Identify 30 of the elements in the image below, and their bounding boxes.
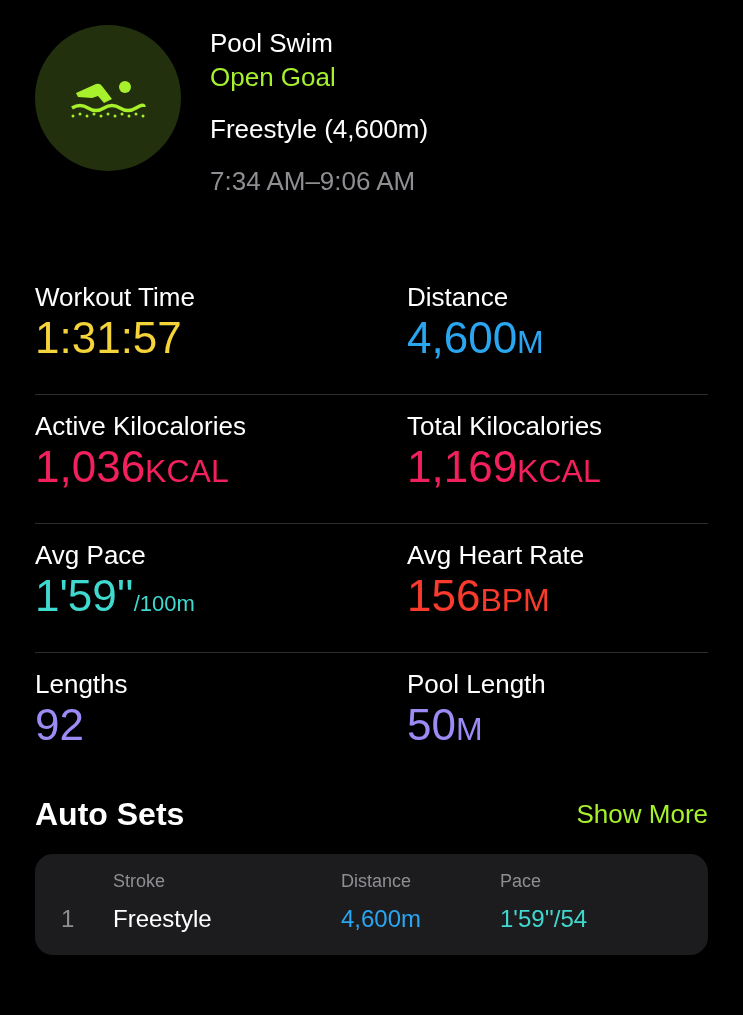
- metric-value: 1:31:57: [35, 312, 183, 364]
- column-header: Distance: [341, 870, 413, 893]
- metric-value: 156BPM: [407, 570, 551, 622]
- metric-label: Active Kilocalories: [35, 411, 247, 441]
- column-header: Pace: [500, 870, 543, 893]
- show-more-link[interactable]: Show More: [576, 794, 708, 834]
- time-range: 7:34 AM–9:06 AM: [210, 165, 417, 198]
- swimmer-icon: [70, 78, 146, 118]
- stroke-cell-text: Freestyle: [113, 904, 213, 934]
- section-title: Auto Sets: [35, 795, 185, 834]
- metric-value: 4,600M: [407, 312, 545, 364]
- metric-value: 1,169KCAL: [407, 441, 602, 493]
- metric-value: 1'59''/100m: [35, 570, 196, 622]
- metric-label: Lengths: [35, 669, 129, 699]
- metric-value: 1,036KCAL: [35, 441, 230, 493]
- metric-label: Avg Heart Rate: [407, 540, 586, 570]
- metric-value: 92: [35, 699, 85, 751]
- metric-label: Total Kilocalories: [407, 411, 604, 441]
- set-number: 1: [61, 904, 76, 934]
- stroke-summary: Freestyle (4,600m): [210, 113, 429, 146]
- metric-label: Pool Length: [407, 669, 547, 699]
- metric-label: Distance: [407, 282, 510, 312]
- distance-cell-text: 4,600m: [341, 904, 423, 934]
- workout-title: Pool Swim: [210, 27, 334, 60]
- metric-label: Workout Time: [35, 282, 196, 312]
- column-header: Stroke: [113, 870, 167, 893]
- metric-label: Avg Pace: [35, 540, 147, 570]
- pace-cell-text: 1'59''/54: [500, 904, 589, 934]
- metric-value: 50M: [407, 699, 484, 751]
- goal-text: Open Goal: [210, 61, 337, 94]
